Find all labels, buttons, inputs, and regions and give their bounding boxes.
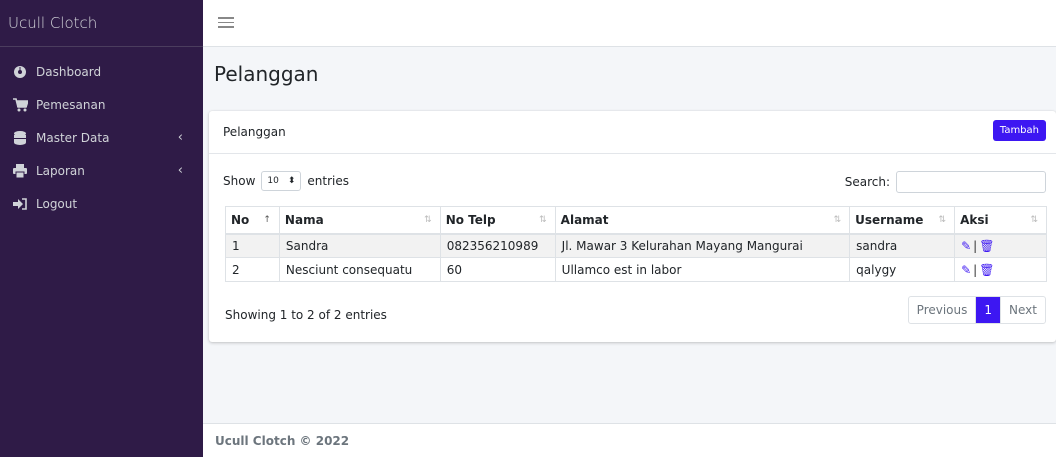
print-icon: [12, 163, 28, 179]
brand-title[interactable]: Ucull Clotch: [0, 0, 203, 47]
cell-aksi: ✎ | 🗑: [954, 233, 1047, 258]
chevron-left-icon: ‹: [177, 163, 183, 178]
sidebar-item-label: Master Data: [36, 130, 110, 145]
card-header: Pelanggan Tambah: [209, 111, 1056, 154]
cell-nama: Nesciunt consequatu: [278, 257, 441, 282]
table-row: 1 Sandra 082356210989 Jl. Mawar 3 Kelura…: [225, 233, 1047, 258]
top-navbar: [203, 0, 1056, 47]
previous-button[interactable]: Previous: [909, 297, 977, 323]
next-button[interactable]: Next: [1000, 297, 1045, 323]
sort-icon: ⇅: [1030, 215, 1038, 225]
sidebar: Ucull Clotch Dashboard Pemesanan Master …: [0, 0, 203, 457]
dashboard-icon: [12, 64, 28, 80]
trash-icon[interactable]: 🗑: [979, 239, 994, 253]
edit-icon[interactable]: ✎: [961, 263, 971, 277]
col-header-telp[interactable]: No Telp ⇅: [439, 206, 556, 235]
sort-asc-icon: ↑: [263, 215, 271, 225]
col-header-nama[interactable]: Nama ⇅: [278, 206, 441, 235]
logout-icon: [12, 196, 28, 212]
edit-icon[interactable]: ✎: [961, 239, 971, 253]
table-row: 2 Nesciunt consequatu 60 Ullamco est in …: [225, 257, 1047, 282]
show-label: Show: [223, 174, 256, 188]
cell-username: qalygy: [849, 257, 955, 282]
cell-nama: Sandra: [278, 233, 441, 258]
sort-icon: ⇅: [424, 215, 432, 225]
col-header-no[interactable]: No ↑: [225, 206, 280, 235]
pagination: Previous 1 Next: [907, 296, 1046, 324]
entries-control: Show 10 ⬍ entries: [223, 171, 349, 191]
database-icon: [12, 130, 28, 146]
table-header-row: No ↑ Nama ⇅ No Telp ⇅ Alamat ⇅ Username ⇅ Aks…: [225, 206, 1047, 235]
cell-no: 1: [225, 233, 280, 258]
table-info: Showing 1 to 2 of 2 entries: [225, 308, 387, 322]
card-title: Pelanggan: [223, 125, 286, 139]
page-1-button[interactable]: 1: [976, 297, 1001, 323]
entries-select[interactable]: 10 ⬍: [261, 171, 302, 191]
sidebar-item-laporan[interactable]: Laporan ‹: [0, 154, 203, 187]
sidebar-item-pemesanan[interactable]: Pemesanan: [0, 88, 203, 121]
sort-icon: ⇅: [938, 215, 947, 225]
footer: Ucull Clotch © 2022: [203, 423, 1056, 457]
customer-card: Pelanggan Tambah Show 10 ⬍ entries Searc…: [209, 111, 1056, 342]
chevron-left-icon: ‹: [177, 130, 183, 145]
sidebar-item-label: Laporan: [36, 163, 85, 178]
sidebar-item-label: Logout: [36, 196, 78, 211]
cell-alamat: Ullamco est in labor: [554, 257, 850, 282]
search-label: Search:: [844, 175, 890, 189]
sidebar-item-master-data[interactable]: Master Data ‹: [0, 121, 203, 154]
add-button[interactable]: Tambah: [992, 120, 1046, 141]
col-header-aksi[interactable]: Aksi ⇅: [954, 206, 1047, 235]
cell-alamat: Jl. Mawar 3 Kelurahan Mayang Mangurai: [554, 233, 850, 258]
sidebar-item-dashboard[interactable]: Dashboard: [0, 55, 203, 88]
menu-toggle-icon[interactable]: [218, 14, 234, 30]
cell-telp: 082356210989: [439, 233, 556, 258]
customer-table: No ↑ Nama ⇅ No Telp ⇅ Alamat ⇅ Username ⇅ Aks…: [225, 206, 1047, 282]
sort-icon: ⇅: [833, 215, 842, 225]
col-header-alamat[interactable]: Alamat ⇅: [554, 206, 850, 235]
entries-value: 10: [267, 176, 279, 186]
sidebar-nav: Dashboard Pemesanan Master Data ‹ Lapora…: [0, 47, 203, 220]
cell-username: sandra: [849, 233, 955, 258]
entries-label: entries: [307, 174, 349, 188]
sidebar-item-label: Dashboard: [36, 64, 102, 79]
trash-icon[interactable]: 🗑: [979, 263, 994, 277]
cell-no: 2: [225, 257, 280, 282]
cell-telp: 60: [439, 257, 556, 282]
col-header-username[interactable]: Username ⇅: [849, 206, 955, 235]
page-title: Pelanggan: [214, 62, 319, 86]
cart-icon: [12, 97, 28, 113]
search-input[interactable]: [896, 171, 1046, 193]
sidebar-item-label: Pemesanan: [36, 97, 106, 112]
sidebar-item-logout[interactable]: Logout: [0, 187, 203, 220]
search-control: Search:: [845, 171, 1046, 193]
sort-icon: ⇅: [539, 215, 547, 225]
sort-updown-icon: ⬍: [287, 176, 296, 186]
cell-aksi: ✎ | 🗑: [954, 257, 1047, 282]
